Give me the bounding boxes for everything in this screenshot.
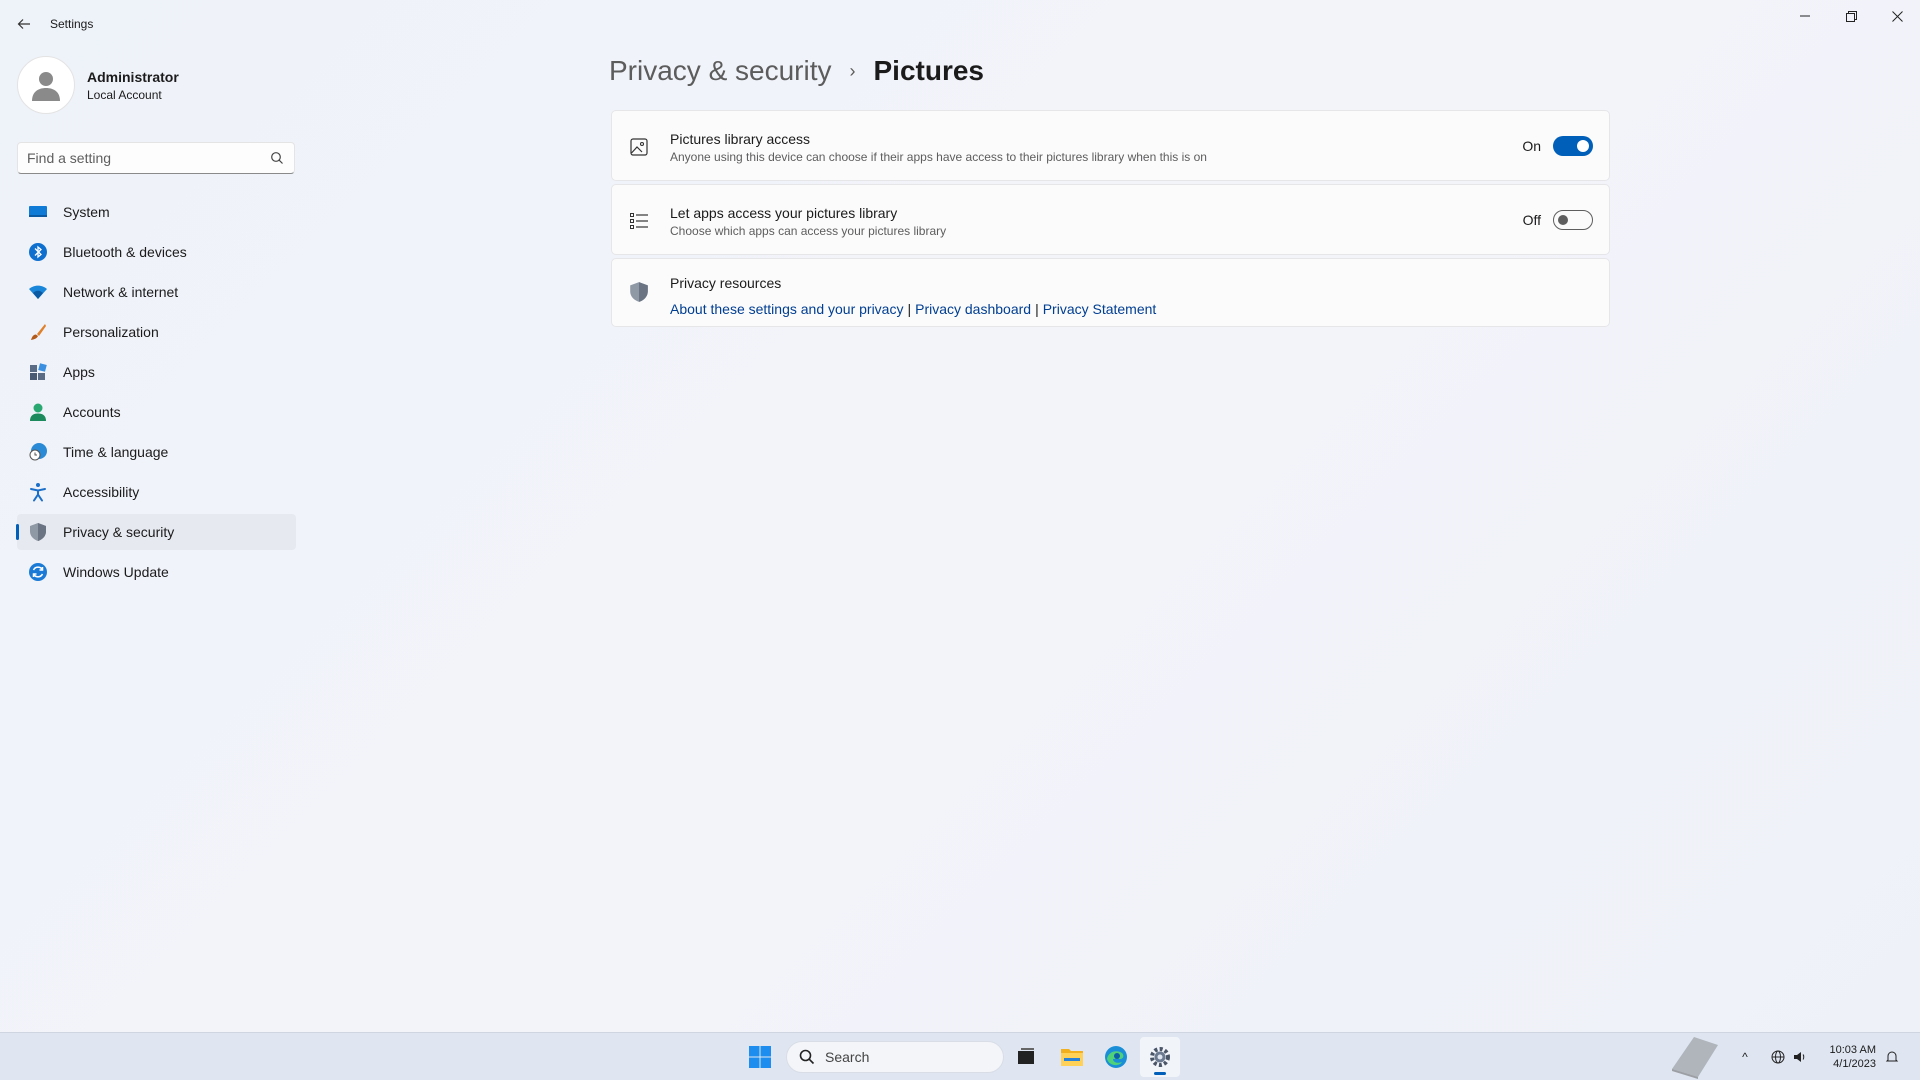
chevron-right-icon: ›: [849, 60, 856, 81]
windows-logo-icon: [749, 1046, 771, 1068]
close-button[interactable]: [1874, 0, 1920, 32]
taskbar: Search ^ 10:03 AM 4/1/2023: [0, 1032, 1920, 1080]
sidebar-item-accounts[interactable]: Accounts: [17, 394, 296, 430]
sidebar-item-system[interactable]: System: [17, 194, 296, 230]
update-icon: [27, 561, 49, 583]
breadcrumb: Privacy & security › Pictures: [609, 55, 984, 87]
start-button[interactable]: [740, 1037, 780, 1077]
pictures-library-access-toggle[interactable]: [1553, 136, 1593, 156]
globe-clock-icon: [27, 441, 49, 463]
taskbar-search[interactable]: Search: [786, 1041, 1004, 1073]
list-icon: [628, 210, 650, 232]
wifi-icon: [27, 281, 49, 303]
sidebar-item-label: Network & internet: [63, 284, 179, 300]
sidebar-item-bluetooth[interactable]: Bluetooth & devices: [17, 234, 296, 270]
speaker-icon[interactable]: [1790, 1047, 1810, 1067]
chevron-up-icon[interactable]: ^: [1735, 1047, 1755, 1067]
search-input[interactable]: [27, 150, 267, 166]
sidebar-item-label: Bluetooth & devices: [63, 244, 187, 260]
setting-title: Let apps access your pictures library: [670, 205, 898, 221]
sidebar-item-label: System: [63, 204, 110, 220]
brush-icon: [27, 321, 49, 343]
sidebar-item-time-language[interactable]: Time & language: [17, 434, 296, 470]
privacy-links: About these settings and your privacy | Pr…: [670, 301, 1156, 317]
settings-search-box[interactable]: [17, 142, 295, 174]
sidebar-item-label: Accounts: [63, 404, 121, 420]
privacy-dashboard-link[interactable]: Privacy dashboard: [915, 301, 1031, 317]
app-title: Settings: [50, 17, 94, 31]
system-icon: [27, 201, 49, 223]
edge-button[interactable]: [1096, 1037, 1136, 1077]
shield-icon: [628, 281, 650, 303]
sidebar-item-label: Accessibility: [63, 484, 140, 500]
user-profile[interactable]: Administrator Local Account: [17, 56, 179, 114]
setting-description: Choose which apps can access your pictur…: [670, 224, 947, 238]
link-separator: |: [907, 301, 912, 317]
network-globe-icon[interactable]: [1768, 1047, 1788, 1067]
setting-title: Pictures library access: [670, 131, 811, 147]
sidebar-item-network[interactable]: Network & internet: [17, 274, 296, 310]
setting-description: Anyone using this device can choose if t…: [670, 150, 1207, 164]
restore-icon: [1845, 10, 1857, 22]
settings-app-button[interactable]: [1140, 1037, 1180, 1077]
sidebar-item-privacy-security[interactable]: Privacy & security: [16, 514, 296, 550]
back-arrow-icon: [17, 19, 30, 29]
page-title: Pictures: [873, 55, 985, 86]
sidebar-item-label: Windows Update: [63, 564, 169, 580]
sidebar-item-label: Time & language: [63, 444, 169, 460]
profile-account-type: Local Account: [87, 87, 162, 102]
privacy-resources-card: Privacy resources About these settings a…: [611, 258, 1610, 327]
avatar: [17, 56, 75, 114]
let-apps-access-toggle-group: Off: [1523, 210, 1593, 230]
sidebar-item-accessibility[interactable]: Accessibility: [17, 474, 296, 510]
about-privacy-link[interactable]: About these settings and your privacy: [670, 301, 903, 317]
sidebar-item-personalization[interactable]: Personalization: [17, 314, 296, 350]
person-icon: [27, 401, 49, 423]
sidebar-item-apps[interactable]: Apps: [17, 354, 296, 390]
close-icon: [1891, 10, 1903, 22]
file-explorer-button[interactable]: [1052, 1037, 1092, 1077]
accessibility-icon: [27, 481, 49, 503]
bluetooth-icon: [27, 241, 49, 263]
pictures-library-access-toggle-group: On: [1522, 136, 1593, 156]
let-apps-access-toggle[interactable]: [1553, 210, 1593, 230]
clock-time: 10:03 AM: [1829, 1044, 1876, 1056]
folder-icon: [1061, 1049, 1083, 1066]
sidebar-nav: System Bluetooth & devices Network & int…: [16, 194, 296, 594]
task-view-icon: [1018, 1048, 1034, 1064]
task-view-button[interactable]: [1006, 1037, 1046, 1077]
privacy-resources-title: Privacy resources: [670, 275, 782, 291]
let-apps-access-card[interactable]: Let apps access your pictures library Ch…: [611, 184, 1610, 255]
title-bar: Settings: [0, 0, 1920, 48]
search-icon[interactable]: [270, 151, 284, 165]
toggle-state-label: On: [1522, 138, 1541, 154]
sidebar-item-label: Personalization: [63, 324, 159, 340]
notification-icon[interactable]: [1882, 1047, 1902, 1067]
picture-icon: [628, 136, 650, 158]
sidebar-item-label: Apps: [63, 364, 95, 380]
shield-icon: [27, 521, 49, 543]
pictures-library-access-card: Pictures library access Anyone using thi…: [611, 110, 1610, 181]
breadcrumb-parent-link[interactable]: Privacy & security: [609, 55, 832, 87]
edge-browser-icon: [1105, 1046, 1127, 1068]
book-watermark-icon: [1672, 1037, 1718, 1079]
back-button[interactable]: [12, 12, 36, 36]
restore-button[interactable]: [1828, 0, 1874, 32]
system-clock[interactable]: 10:03 AM 4/1/2023: [1820, 1043, 1876, 1071]
sidebar-item-windows-update[interactable]: Windows Update: [17, 554, 296, 590]
link-separator: |: [1035, 301, 1039, 317]
privacy-statement-link[interactable]: Privacy Statement: [1043, 301, 1157, 317]
search-icon: [799, 1049, 815, 1065]
taskbar-search-label: Search: [825, 1049, 870, 1065]
minimize-icon: [1800, 15, 1810, 17]
minimize-button[interactable]: [1782, 0, 1828, 32]
toggle-state-label: Off: [1522, 212, 1541, 228]
apps-icon: [27, 361, 49, 383]
person-avatar-icon: [32, 72, 60, 101]
clock-date: 4/1/2023: [1833, 1058, 1876, 1070]
sidebar-item-label: Privacy & security: [63, 524, 175, 540]
gear-icon: [1150, 1047, 1170, 1067]
profile-name: Administrator: [87, 68, 179, 85]
